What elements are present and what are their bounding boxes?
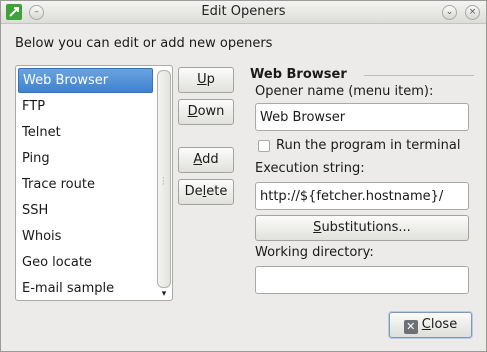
- window-close-icon[interactable]: ×: [465, 5, 480, 20]
- minimize-icon[interactable]: ⌄: [442, 5, 457, 20]
- list-item[interactable]: Whois: [18, 224, 153, 249]
- close-button[interactable]: ✕ Close: [389, 312, 472, 338]
- list-item[interactable]: Telnet: [18, 120, 153, 145]
- working-directory-label: Working directory:: [255, 245, 374, 260]
- scroll-down-icon[interactable]: ▾: [158, 289, 170, 299]
- execution-string-field[interactable]: [255, 182, 469, 210]
- title-bar[interactable]: – Edit Openers ⌄ ×: [1, 1, 486, 24]
- opener-name-label: Opener name (menu item):: [255, 84, 434, 99]
- list-item[interactable]: SSH: [18, 198, 153, 223]
- window-title: Edit Openers: [201, 4, 286, 19]
- grip-icon: · · ·: [162, 174, 165, 189]
- intro-text: Below you can edit or add new openers: [15, 36, 273, 51]
- list-item[interactable]: E-mail sample: [18, 276, 153, 300]
- edit-openers-dialog: – Edit Openers ⌄ × Below you can edit or…: [0, 0, 487, 352]
- list-item[interactable]: Geo locate: [18, 250, 153, 275]
- run-in-terminal-label[interactable]: Run the program in terminal: [276, 138, 460, 153]
- group-title: Web Browser: [250, 67, 347, 82]
- scrollbar[interactable]: · · · ▾: [157, 68, 171, 299]
- list-item[interactable]: Web Browser: [18, 68, 153, 93]
- working-directory-field[interactable]: [255, 266, 469, 294]
- execution-string-label: Execution string:: [255, 161, 365, 176]
- down-button[interactable]: Down: [178, 99, 234, 125]
- list-item[interactable]: FTP: [18, 94, 153, 119]
- run-in-terminal-checkbox[interactable]: [258, 140, 270, 152]
- group-divider: [364, 75, 474, 76]
- delete-button[interactable]: Delete: [178, 179, 234, 205]
- list-item[interactable]: Ping: [18, 146, 153, 171]
- close-x-icon: ✕: [403, 320, 418, 334]
- scroll-thumb[interactable]: · · ·: [157, 70, 171, 288]
- opener-name-field[interactable]: [255, 103, 469, 131]
- list-item[interactable]: Trace route: [18, 172, 153, 197]
- up-button[interactable]: Up: [178, 67, 234, 93]
- substitutions-button[interactable]: Substitutions...: [255, 215, 469, 241]
- add-button[interactable]: Add: [178, 147, 234, 173]
- openers-list[interactable]: Web Browser FTP Telnet Ping Trace route SSH Wh…: [15, 65, 173, 301]
